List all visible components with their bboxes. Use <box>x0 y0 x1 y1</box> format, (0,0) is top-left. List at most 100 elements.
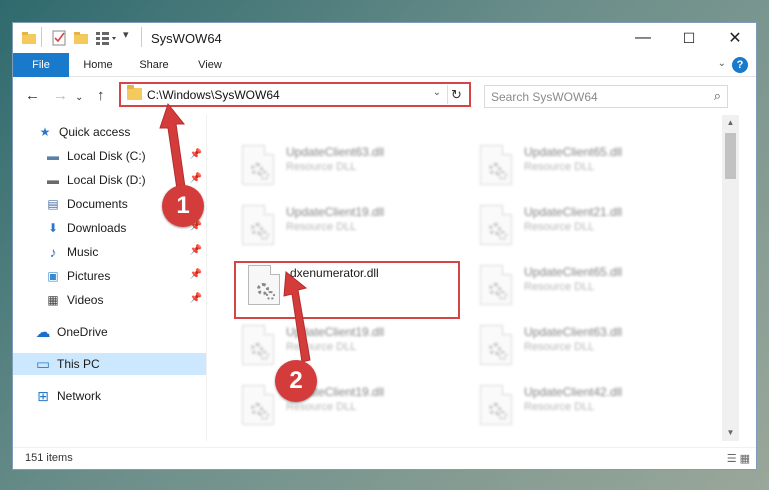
forward-button[interactable]: → <box>53 88 68 104</box>
pin-icon: 📌 <box>189 245 202 256</box>
list-item[interactable]: UpdateClient42.dll Resource DLL <box>474 379 714 435</box>
tab-home[interactable]: Home <box>75 53 121 77</box>
file-name: UpdateClient19.dll <box>286 205 385 219</box>
sidebar-item-this-pc[interactable]: ▭ This PC <box>13 353 206 375</box>
scroll-up-button[interactable]: ▲ <box>722 115 739 131</box>
dll-file-icon <box>242 145 274 185</box>
file-name: UpdateClient65.dll <box>524 265 623 279</box>
music-icon: ♪ <box>49 244 57 260</box>
list-item[interactable]: UpdateClient19.dll Resource DLL <box>236 199 476 255</box>
recent-locations-button[interactable]: ⌄ <box>75 90 83 106</box>
list-item[interactable]: UpdateClient63.dll Resource DLL <box>474 319 714 375</box>
file-name: UpdateClient63.dll <box>286 145 385 159</box>
network-icon: ⊞ <box>37 387 49 404</box>
callout-badge-2: 2 <box>275 360 317 402</box>
tab-view[interactable]: View <box>187 53 233 77</box>
sidebar-item-label: Downloads <box>67 221 127 235</box>
new-folder-icon[interactable] <box>73 30 89 49</box>
drive-icon: ▬ <box>47 173 59 187</box>
sidebar-item-label: Music <box>67 245 99 259</box>
chevron-down-icon[interactable]: ⌄ <box>718 58 726 69</box>
close-button[interactable]: ✕ <box>712 23 756 53</box>
sidebar-item-pictures[interactable]: ▣ Pictures 📌 <box>13 265 206 287</box>
sidebar-item-label: Documents <box>67 197 128 211</box>
sidebar-item-label: Videos <box>67 293 104 307</box>
navigation-pane: ★ Quick access ▬ Local Disk (C:) 📌 ▬ Loc… <box>13 115 206 441</box>
highlight-box <box>234 261 460 319</box>
search-icon[interactable]: ⌕ <box>714 88 721 104</box>
pin-icon: 📌 <box>189 149 202 160</box>
address-path[interactable]: C:\Windows\SysWOW64 <box>147 88 280 102</box>
folder-icon <box>127 85 142 100</box>
list-item[interactable]: UpdateClient65.dll Resource DLL <box>474 139 714 195</box>
tab-file[interactable]: File <box>13 53 69 77</box>
file-name: UpdateClient21.dll <box>524 205 623 219</box>
view-options-icon[interactable] <box>95 30 117 49</box>
explorer-window: ▾ SysWOW64 — ☐ ✕ File Home Share View ⌄ … <box>12 22 757 470</box>
customize-qa-icon[interactable]: ▾ <box>123 28 129 41</box>
view-toggle-icons[interactable]: ☰ ▦ <box>727 452 750 465</box>
up-button[interactable]: ↑ <box>97 88 105 104</box>
list-item[interactable]: UpdateClient19.dll Resource DLL <box>236 319 476 375</box>
dll-file-icon <box>242 385 274 425</box>
download-icon: ⬇ <box>47 221 59 235</box>
file-type: Resource DLL <box>286 161 357 173</box>
file-name: UpdateClient63.dll <box>524 325 623 339</box>
dll-file-icon <box>242 205 274 245</box>
sidebar-item-label: OneDrive <box>57 325 108 339</box>
file-type: Resource DLL <box>524 161 595 173</box>
sidebar-item-music[interactable]: ♪ Music 📌 <box>13 241 206 263</box>
address-bar[interactable]: C:\Windows\SysWOW64 ⌄ ↻ <box>119 82 471 107</box>
window-title: SysWOW64 <box>151 31 222 46</box>
file-type: Resource DLL <box>286 401 357 413</box>
drive-icon: ▬ <box>47 149 59 163</box>
sidebar-item-quick-access[interactable]: ★ Quick access <box>13 121 206 143</box>
sidebar-item-local-disk-c[interactable]: ▬ Local Disk (C:) 📌 <box>13 145 206 167</box>
search-box[interactable]: ⌕ <box>484 85 728 108</box>
dll-file-icon <box>480 325 512 365</box>
scroll-down-button[interactable]: ▼ <box>722 425 739 441</box>
sidebar-item-label: Local Disk (C:) <box>67 149 146 163</box>
sidebar-item-label: Local Disk (D:) <box>67 173 146 187</box>
callout-badge-1: 1 <box>162 185 204 227</box>
file-type: Resource DLL <box>524 281 595 293</box>
status-bar: 151 items ☰ ▦ <box>13 447 756 469</box>
scroll-thumb[interactable] <box>725 133 736 179</box>
refresh-button[interactable]: ↻ <box>447 85 465 104</box>
dll-file-icon <box>480 145 512 185</box>
pane-divider[interactable] <box>206 115 207 441</box>
file-type: Resource DLL <box>524 401 595 413</box>
sidebar-item-videos[interactable]: ▦ Videos 📌 <box>13 289 206 311</box>
list-item[interactable]: UpdateClient65.dll Resource DLL <box>474 259 714 315</box>
minimize-button[interactable]: — <box>620 23 666 53</box>
sidebar-item-network[interactable]: ⊞ Network <box>13 385 206 407</box>
list-item[interactable]: UpdateClient19.dll Resource DLL <box>236 379 476 435</box>
maximize-button[interactable]: ☐ <box>666 23 712 53</box>
file-type: Resource DLL <box>286 221 357 233</box>
pin-icon: 📌 <box>189 293 202 304</box>
dll-file-icon <box>242 325 274 365</box>
list-item[interactable]: UpdateClient63.dll Resource DLL <box>236 139 476 195</box>
tab-share[interactable]: Share <box>131 53 177 77</box>
list-item[interactable]: UpdateClient21.dll Resource DLL <box>474 199 714 255</box>
cloud-icon: ☁ <box>35 324 51 341</box>
pin-icon: 📌 <box>189 173 202 184</box>
help-icon[interactable]: ? <box>732 57 748 73</box>
vertical-scrollbar[interactable]: ▲ ▼ <box>722 115 739 441</box>
computer-icon: ▭ <box>35 356 51 373</box>
sidebar-item-onedrive[interactable]: ☁ OneDrive <box>13 321 206 343</box>
dll-file-icon <box>480 205 512 245</box>
item-count: 151 items <box>25 452 73 464</box>
file-name: UpdateClient65.dll <box>524 145 623 159</box>
title-bar: ▾ SysWOW64 — ☐ ✕ <box>13 23 756 53</box>
chevron-down-icon[interactable]: ⌄ <box>433 87 441 98</box>
sidebar-item-label: This PC <box>57 357 100 371</box>
properties-icon[interactable] <box>51 30 67 49</box>
back-button[interactable]: ← <box>25 88 40 104</box>
sidebar-item-label: Network <box>57 389 102 403</box>
dll-file-icon <box>480 385 512 425</box>
file-type: Resource DLL <box>286 341 357 353</box>
ribbon-tabs: File Home Share View ⌄ ? <box>13 53 756 77</box>
videos-icon: ▦ <box>47 293 59 307</box>
search-input[interactable] <box>491 89 691 104</box>
